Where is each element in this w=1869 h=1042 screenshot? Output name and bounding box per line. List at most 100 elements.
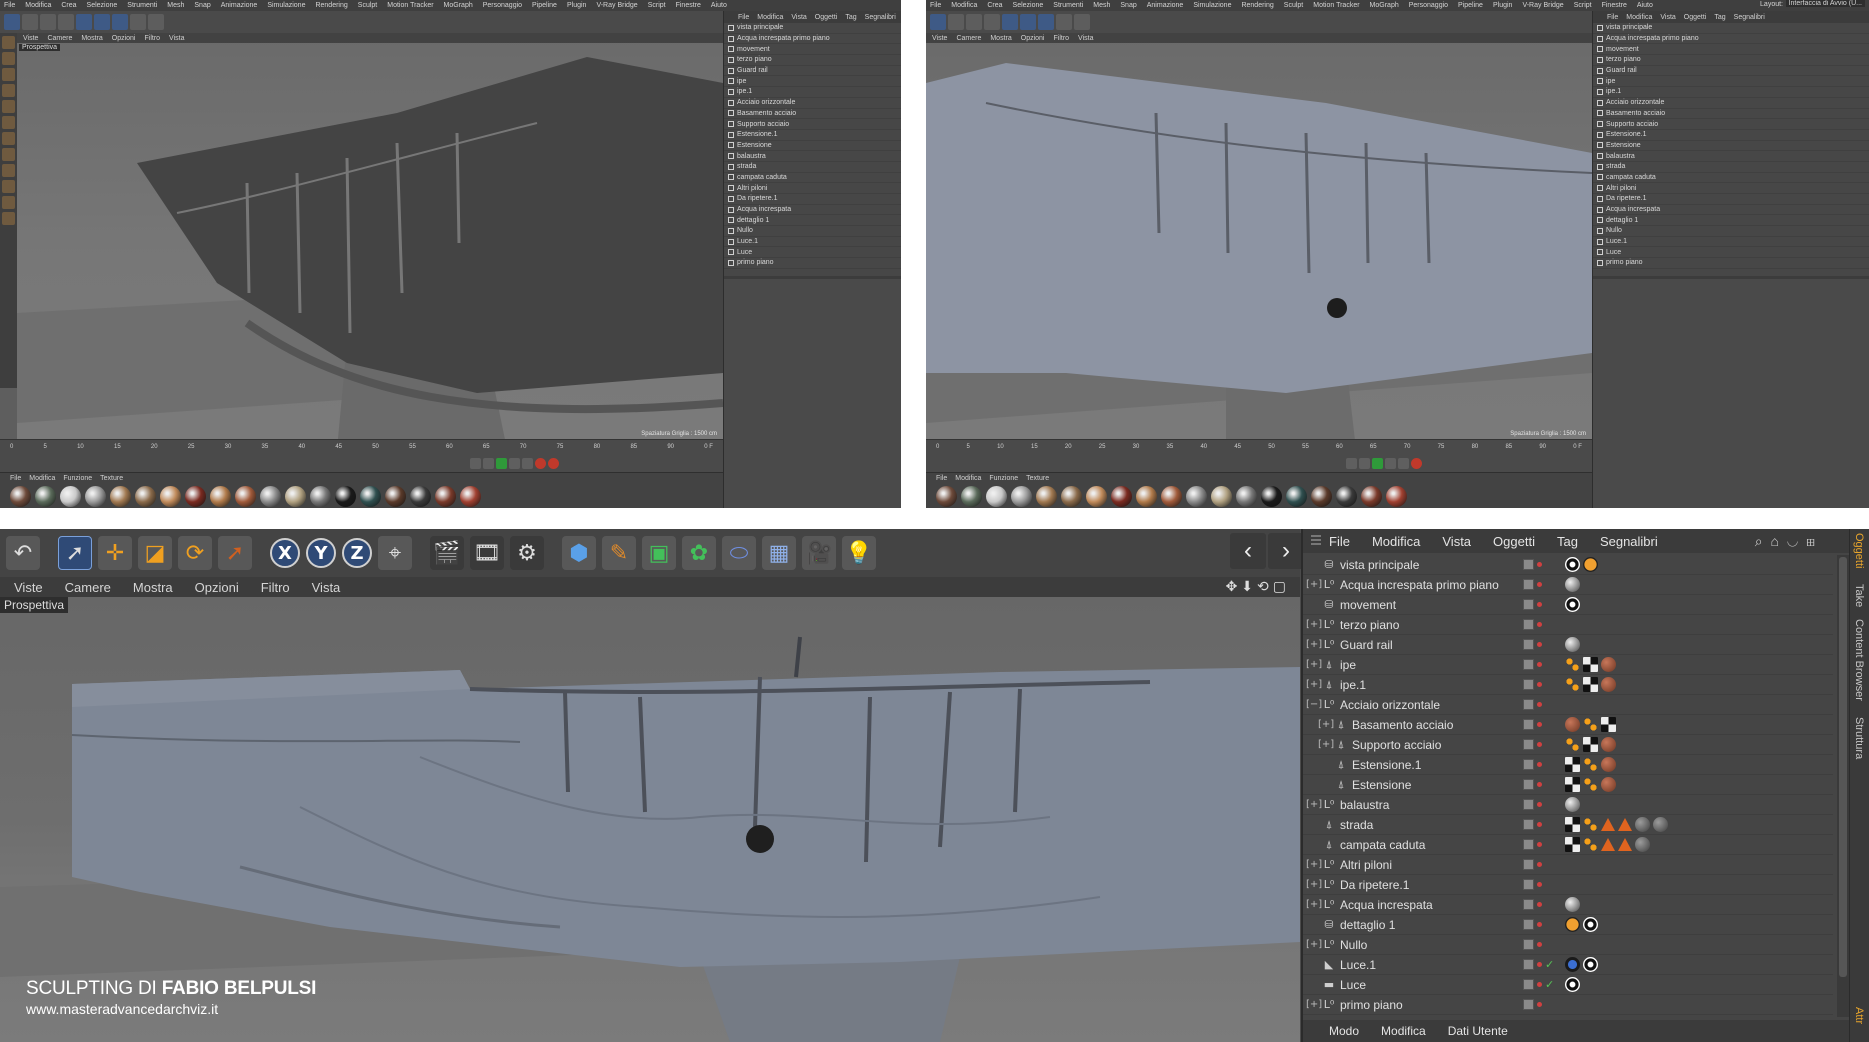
go-start-button[interactable] <box>470 457 481 469</box>
visibility-dot[interactable] <box>1537 942 1542 947</box>
object-row[interactable]: Da ripetere.1 <box>1593 194 1869 205</box>
material-menu-texture[interactable]: Texture <box>1026 475 1049 482</box>
dots-tag-icon[interactable] <box>1565 657 1580 672</box>
layer-swatch[interactable] <box>1523 939 1534 950</box>
viewport-menu-camere[interactable]: Camere <box>65 580 111 595</box>
visibility-dot[interactable] <box>1537 722 1542 727</box>
autokey-button[interactable] <box>548 457 559 469</box>
stone-tag-icon[interactable] <box>1635 837 1650 852</box>
visibility-dot[interactable] <box>1537 862 1542 867</box>
om-menu-tag[interactable]: Tag <box>845 14 856 21</box>
object-row[interactable]: Acciaio orizzontale <box>724 98 901 109</box>
object-row[interactable]: Acqua increspata <box>724 205 901 216</box>
side-tab-content-browser[interactable]: Content Browser <box>1853 619 1865 701</box>
viewport-menu-viste[interactable]: Viste <box>932 35 947 42</box>
dots-tag-icon[interactable] <box>1583 777 1598 792</box>
menu-file[interactable]: File <box>4 2 15 9</box>
expand-toggle-icon[interactable]: [+] <box>1306 939 1322 951</box>
object-row[interactable]: ⍋ Estensione.1 <box>1303 755 1833 775</box>
z-axis-button[interactable] <box>112 14 128 30</box>
record-button[interactable] <box>1411 457 1422 469</box>
x-axis-button[interactable] <box>1002 14 1018 30</box>
render-picture-viewer-icon[interactable]: 🎞 <box>470 536 504 570</box>
menu-pipeline[interactable]: Pipeline <box>532 2 557 9</box>
object-row[interactable]: vista principale <box>1593 23 1869 34</box>
object-row[interactable]: Guard rail <box>1593 66 1869 77</box>
palette-button[interactable] <box>2 36 15 49</box>
expand-toggle-icon[interactable]: [+] <box>1306 999 1322 1011</box>
scrollbar-thumb[interactable] <box>1839 557 1847 977</box>
tri-tag-icon[interactable] <box>1601 818 1615 831</box>
menu-crea[interactable]: Crea <box>987 2 1002 9</box>
attr-menu-dati-utente[interactable]: Dati Utente <box>1448 1024 1508 1038</box>
layer-swatch[interactable] <box>1523 839 1534 850</box>
menu-mograph[interactable]: MoGraph <box>444 2 473 9</box>
visibility-dot[interactable] <box>1537 902 1542 907</box>
menu-selezione[interactable]: Selezione <box>1013 2 1044 9</box>
object-row[interactable]: strada <box>1593 162 1869 173</box>
menu-v-ray-bridge[interactable]: V-Ray Bridge <box>1522 2 1563 9</box>
target-tag-icon[interactable] <box>1565 977 1580 992</box>
object-row[interactable]: campata caduta <box>724 173 901 184</box>
menu-sculpt[interactable]: Sculpt <box>358 2 377 9</box>
palette-button[interactable] <box>2 180 15 193</box>
viewport-menu-filtro[interactable]: Filtro <box>1053 35 1069 42</box>
select-tool-button[interactable] <box>4 14 20 30</box>
checker-tag-icon[interactable] <box>1565 837 1580 852</box>
tri-tag-icon[interactable] <box>1618 818 1632 831</box>
dots-tag-icon[interactable] <box>1583 817 1598 832</box>
object-row[interactable]: Basamento acciaio <box>1593 109 1869 120</box>
material-swatch[interactable] <box>936 486 957 507</box>
layer-swatch[interactable] <box>1523 599 1534 610</box>
expand-toggle-icon[interactable]: [−] <box>1306 699 1322 711</box>
om-menu-segnalibri[interactable]: Segnalibri <box>865 14 896 21</box>
material-swatch[interactable] <box>1086 486 1107 507</box>
palette-button[interactable] <box>2 100 15 113</box>
object-row[interactable]: movement <box>1593 44 1869 56</box>
object-row[interactable]: Estensione <box>724 141 901 152</box>
dots-tag-icon[interactable] <box>1565 677 1580 692</box>
visibility-dot[interactable] <box>1537 762 1542 767</box>
visibility-dot[interactable] <box>1537 682 1542 687</box>
scale-icon[interactable]: ◪ <box>138 536 172 570</box>
stone-tag-icon[interactable] <box>1653 817 1668 832</box>
object-row[interactable]: Nullo <box>724 226 901 237</box>
object-row[interactable]: [−] L⁰ Acciaio orizzontale <box>1303 695 1833 715</box>
checker-tag-icon[interactable] <box>1583 737 1598 752</box>
coordinate-system-icon[interactable]: ⌖ <box>378 536 412 570</box>
palette-button[interactable] <box>2 196 15 209</box>
tri-tag-icon[interactable] <box>1601 838 1615 851</box>
object-row[interactable]: Luce <box>1593 247 1869 259</box>
om-menu-vista[interactable]: Vista <box>791 14 806 21</box>
record-button[interactable] <box>535 457 546 469</box>
object-row[interactable]: [+] L⁰ Guard rail <box>1303 635 1833 655</box>
object-row[interactable]: [+] ⍋ Basamento acciaio <box>1303 715 1833 735</box>
om-menu-oggetti[interactable]: Oggetti <box>1684 14 1707 21</box>
phong-tag-icon[interactable] <box>1565 897 1580 912</box>
menu-modifica[interactable]: Modifica <box>25 2 51 9</box>
render-button[interactable] <box>1056 14 1072 30</box>
object-row[interactable]: ipe <box>1593 76 1869 88</box>
tex-tag-icon[interactable] <box>1601 677 1616 692</box>
visibility-dot[interactable] <box>1537 922 1542 927</box>
phong-tag-icon[interactable] <box>1565 797 1580 812</box>
visibility-dot[interactable] <box>1537 622 1542 627</box>
enabled-check-icon[interactable]: ✓ <box>1545 958 1554 971</box>
visibility-dot[interactable] <box>1537 742 1542 747</box>
z-axis-button[interactable] <box>1038 14 1054 30</box>
menu-rendering[interactable]: Rendering <box>315 2 347 9</box>
go-end-button[interactable] <box>522 457 533 469</box>
material-swatch[interactable] <box>1011 486 1032 507</box>
object-row[interactable]: Estensione.1 <box>724 130 901 141</box>
material-swatch[interactable] <box>1211 486 1232 507</box>
om-menu-tag[interactable]: Tag <box>1714 14 1725 21</box>
material-swatch[interactable] <box>185 486 206 507</box>
object-row[interactable]: vista principale <box>724 23 901 34</box>
checker-tag-icon[interactable] <box>1601 717 1616 732</box>
object-row[interactable]: ⛁ movement <box>1303 595 1833 615</box>
menu-finestre[interactable]: Finestre <box>676 2 701 9</box>
checker-tag-icon[interactable] <box>1565 817 1580 832</box>
menu-selezione[interactable]: Selezione <box>87 2 118 9</box>
material-swatch[interactable] <box>1336 486 1357 507</box>
layer-swatch[interactable] <box>1523 919 1534 930</box>
